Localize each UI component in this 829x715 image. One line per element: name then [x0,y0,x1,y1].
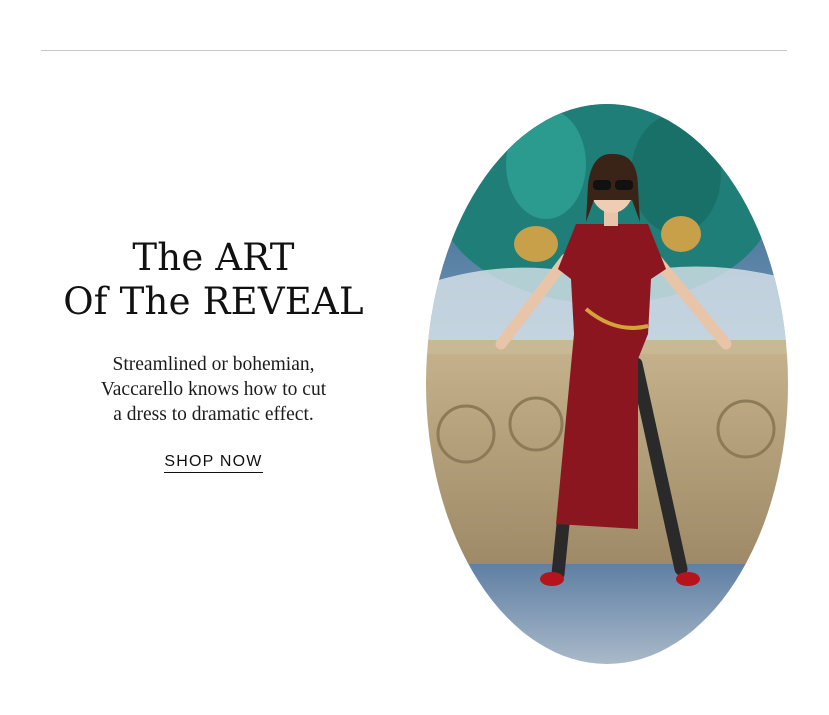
fountain-figure-left [506,109,586,219]
promo-description: Streamlined or bohemian, Vaccarello know… [64,352,364,427]
gold-ornament-right [661,216,701,252]
headline-line-2: Of The REVEAL [63,280,364,323]
promo-text-block: The ART Of The REVEAL Streamlined or boh… [40,236,387,473]
promo-photo[interactable] [426,104,788,664]
sunglasses-left-lens [593,180,611,190]
description-line-1: Streamlined or bohemian, [112,354,315,375]
red-shoe-left [540,572,564,586]
headline-line-1: The ART [132,236,295,279]
red-shoe-right [676,572,700,586]
fountain-figure-right [631,114,721,234]
description-line-3: a dress to dramatic effect. [113,404,314,425]
promo-headline: The ART Of The REVEAL [40,236,387,324]
top-divider [41,50,787,51]
sunglasses-right-lens [615,180,633,190]
shop-now-link[interactable]: SHOP NOW [164,453,263,473]
pavement [426,564,788,664]
gold-ornament-left [514,226,558,262]
description-line-2: Vaccarello knows how to cut [100,379,327,400]
photo-illustration [426,104,788,664]
